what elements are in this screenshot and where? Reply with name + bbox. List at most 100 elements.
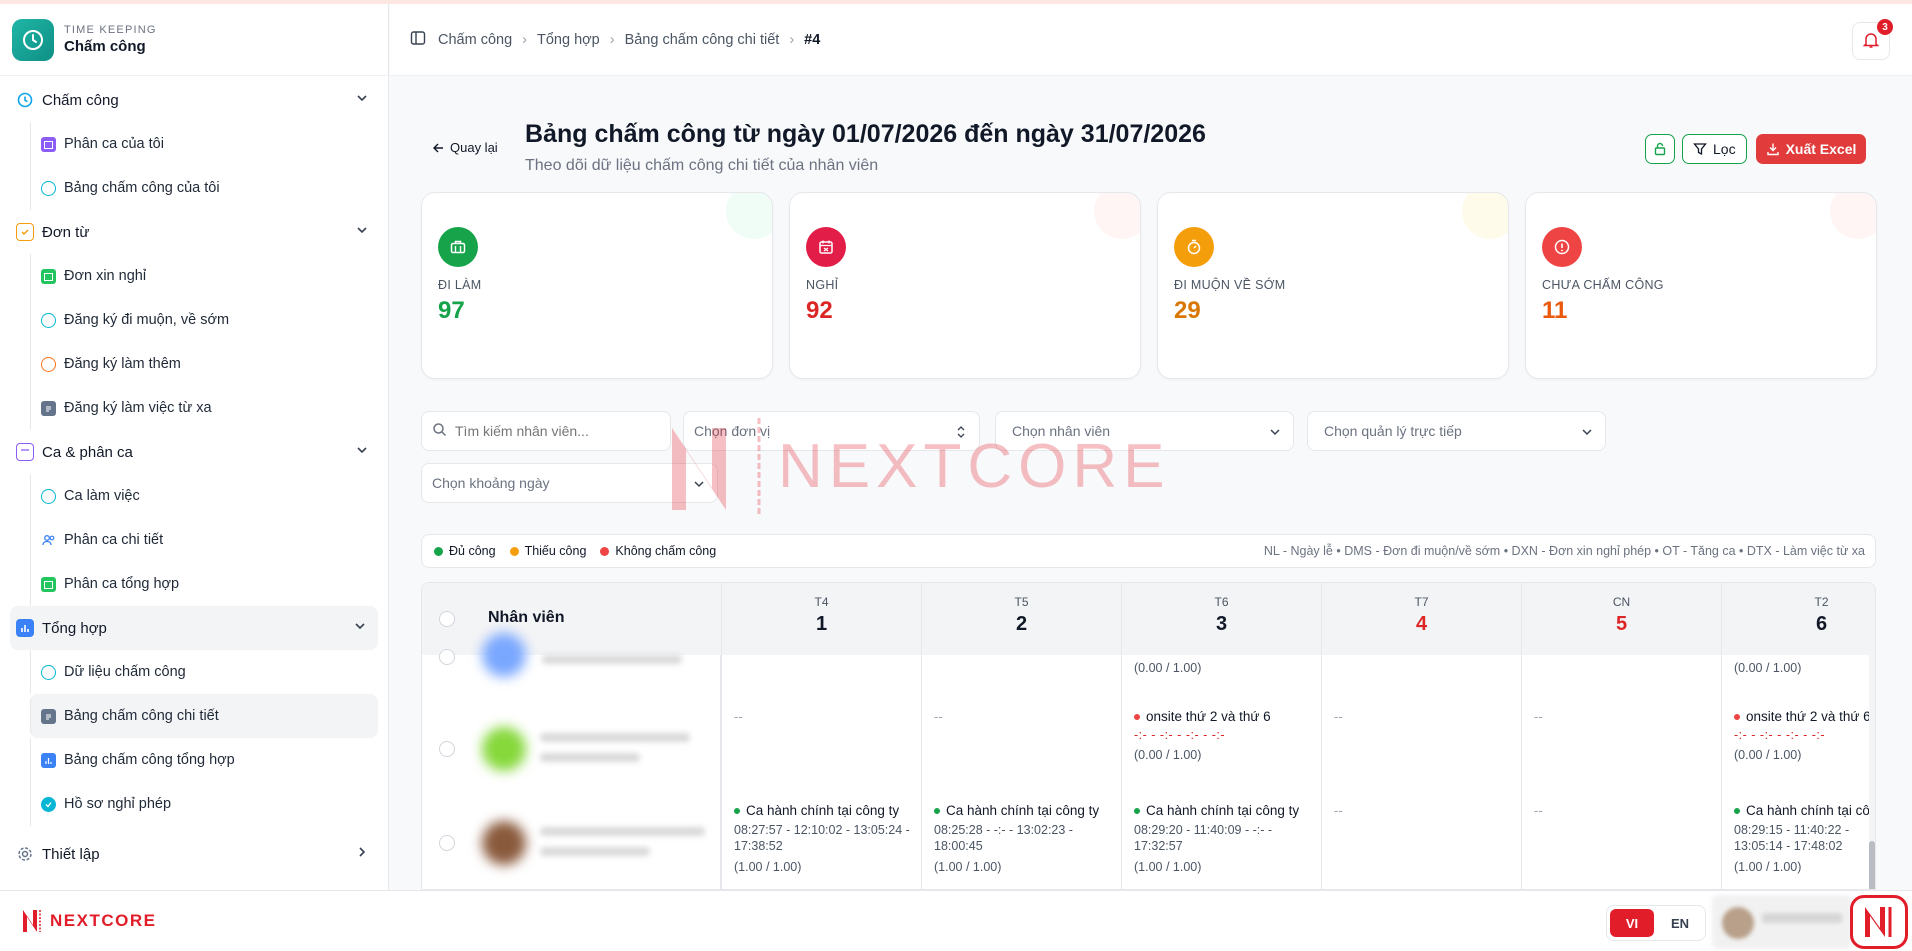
work-ratio: (1.00 / 1.00)	[734, 860, 802, 874]
breadcrumb-item[interactable]: Bảng chấm công chi tiết	[625, 32, 780, 48]
notification-button[interactable]: 3	[1852, 19, 1893, 60]
date-range-select[interactable]: Chọn khoảng ngày	[421, 463, 718, 503]
sidebar-item-bang-cham-cong-chi-tiet[interactable]: Bảng chấm công chi tiết	[30, 694, 378, 738]
unlock-icon	[1654, 142, 1666, 156]
table-cell[interactable]: --	[1534, 709, 1713, 724]
sidebar-item-don-xin-nghi[interactable]: Đơn xin nghỉ	[30, 254, 388, 298]
breadcrumb-item[interactable]: Chấm công	[438, 32, 512, 48]
breadcrumb-item[interactable]: Tổng hợp	[537, 32, 600, 48]
sidebar-group-don-tu[interactable]: Đơn từ	[0, 210, 388, 254]
table-cell[interactable]: (0.00 / 1.00)	[1134, 661, 1313, 675]
stat-label: CHƯA CHẤM CÔNG	[1542, 278, 1664, 292]
row-checkbox[interactable]	[439, 835, 455, 851]
sidebar-item-phan-ca-chi-tiet[interactable]: Phân ca chi tiết	[30, 518, 388, 562]
blurred-text	[540, 733, 690, 742]
chevron-down-icon	[1581, 425, 1593, 441]
legend-dot	[434, 546, 443, 556]
vertical-scrollbar[interactable]	[1869, 583, 1875, 889]
sidebar-item-label: Ca làm việc	[64, 488, 140, 504]
legend-abbreviations: NL - Ngày lễ • DMS - Đơn đi muộn/về sớm …	[1263, 544, 1865, 558]
sidebar-item-label: Hồ sơ nghỉ phép	[64, 796, 172, 812]
sidebar-group-label: Tổng hợp	[42, 619, 107, 637]
table-cell[interactable]: Ca hành chính tại công ty 08:27:57 - 12:…	[734, 803, 913, 874]
shift-name: onsite thứ 2 và thứ 6	[1146, 709, 1271, 724]
table-cell[interactable]: --	[934, 709, 1113, 724]
select-all-checkbox[interactable]	[439, 611, 455, 627]
day-weekday: T7	[1414, 595, 1429, 609]
clock-icon	[41, 664, 56, 680]
sidebar-item-dang-ky-di-muon[interactable]: Đăng ký đi muộn, về sớm	[30, 298, 388, 342]
unit-select[interactable]: Chọn đơn vị	[683, 411, 980, 451]
row-checkbox[interactable]	[439, 649, 455, 665]
day-number: 5	[1615, 613, 1628, 635]
sidebar-item-phan-ca-cua-toi[interactable]: Phân ca của tôi	[30, 122, 388, 166]
sidebar-item-label: Phân ca tổng hợp	[64, 576, 180, 592]
legend-dot	[509, 546, 519, 556]
lang-en-button[interactable]: EN	[1658, 909, 1702, 937]
employee-select[interactable]: Chọn nhân viên	[995, 411, 1294, 451]
chevron-right-icon: ›	[609, 31, 615, 48]
sidebar-group-ca-phan-ca[interactable]: Ca & phân ca	[0, 430, 388, 474]
lock-button[interactable]	[1645, 134, 1675, 164]
table-cell[interactable]: onsite thứ 2 và thứ 6 -:- - -:- - -:- - …	[1734, 709, 1871, 762]
legend-bar: Đủ công Thiếu công Không chấm công NL - …	[421, 534, 1876, 568]
table-cell[interactable]: --	[1334, 803, 1513, 818]
day-weekday: CN	[1612, 595, 1631, 609]
search-input[interactable]	[455, 423, 655, 439]
export-excel-button[interactable]: Xuất Excel	[1755, 134, 1867, 164]
employee-column	[422, 633, 721, 889]
page-title: Bảng chấm công từ ngày 01/07/2026 đến ng…	[525, 120, 1206, 148]
sidebar-item-label: Đăng ký làm thêm	[64, 356, 181, 372]
shift-label: Ca hành chính tại công ty	[1134, 803, 1313, 818]
stat-card-nghi: NGHỈ 92	[789, 192, 1141, 379]
breadcrumb: Chấm công › Tổng hợp › Bảng chấm công ch…	[438, 32, 820, 48]
sidebar-group-tong-hop[interactable]: Tổng hợp	[10, 606, 378, 650]
sidebar-item-label: Đơn xin nghỉ	[64, 268, 147, 284]
sidebar-item-bang-cham-cong-tong-hop[interactable]: Bảng chấm công tổng hợp	[30, 738, 388, 782]
table-cell[interactable]: --	[734, 709, 913, 724]
brand[interactable]: TIME KEEPING Chấm công	[0, 4, 388, 76]
manager-select[interactable]: Chọn quản lý trực tiếp	[1307, 411, 1606, 451]
day-header: CN 5	[1521, 583, 1721, 655]
day-column: (0.00 / 1.00) onsite thứ 2 và thứ 6 -:- …	[1121, 655, 1321, 889]
sidebar-group-label: Ca & phân ca	[42, 443, 133, 461]
table-cell[interactable]: onsite thứ 2 và thứ 6 -:- - -:- - -:- - …	[1134, 709, 1313, 762]
footer-logo: NEXTCORE	[22, 909, 156, 933]
table-cell[interactable]: Ca hành chính tại công ty 08:29:20 - 11:…	[1134, 803, 1313, 874]
sidebar-item-phan-ca-tong-hop[interactable]: Phân ca tổng hợp	[30, 562, 388, 606]
stat-value: 29	[1174, 297, 1201, 324]
shift-label: Ca hành chính tại công ty	[1734, 803, 1871, 818]
sidebar-item-ca-lam-viec[interactable]: Ca làm việc	[30, 474, 388, 518]
sidebar-group-thiet-lap[interactable]: Thiết lập	[0, 832, 388, 876]
legend-label: Không chấm công	[615, 544, 717, 558]
row-checkbox[interactable]	[439, 741, 455, 757]
sidebar-item-bang-cham-cong-cua-toi[interactable]: Bảng chấm công của tôi	[30, 166, 388, 210]
filter-icon	[1693, 143, 1707, 156]
sidebar-item-ho-so-nghi-phep[interactable]: Hồ sơ nghỉ phép	[30, 782, 388, 826]
search-box	[421, 411, 671, 451]
table-cell[interactable]: Ca hành chính tại công ty 08:25:28 - -:-…	[934, 803, 1113, 874]
table-cell[interactable]: Ca hành chính tại công ty 08:29:15 - 11:…	[1734, 803, 1871, 874]
sidebar-item-dang-ky-lam-them[interactable]: Đăng ký làm thêm	[30, 342, 388, 386]
legend-item: Không chấm công	[600, 544, 716, 558]
day-header: T6 3	[1121, 583, 1321, 655]
chevron-down-icon	[356, 443, 368, 459]
table-cell[interactable]: --	[1534, 803, 1713, 818]
sidebar-item-lam-viec-tu-xa[interactable]: Đăng ký làm việc từ xa	[30, 386, 388, 430]
sidebar-toggle-icon[interactable]	[410, 30, 426, 49]
app-launcher-button[interactable]	[1850, 895, 1908, 949]
table-cell[interactable]: --	[1334, 709, 1513, 724]
lang-vi-button[interactable]: VI	[1610, 909, 1654, 937]
timer-icon	[1174, 227, 1214, 267]
status-dot	[1134, 713, 1140, 720]
sidebar-group-cham-cong[interactable]: Chấm công	[0, 78, 388, 122]
filter-button[interactable]: Lọc	[1682, 134, 1747, 164]
table-cell[interactable]: (0.00 / 1.00)	[1734, 661, 1863, 675]
back-button[interactable]: Quay lại	[432, 140, 498, 155]
scrollbar-thumb[interactable]	[1869, 841, 1875, 889]
clock-icon	[41, 312, 56, 328]
sidebar-item-du-lieu-cham-cong[interactable]: Dữ liệu chấm công	[30, 650, 388, 694]
stat-label: ĐI LÀM	[438, 278, 482, 292]
status-dot	[934, 807, 940, 814]
bottom-bar: NEXTCORE VI EN	[0, 890, 1912, 951]
